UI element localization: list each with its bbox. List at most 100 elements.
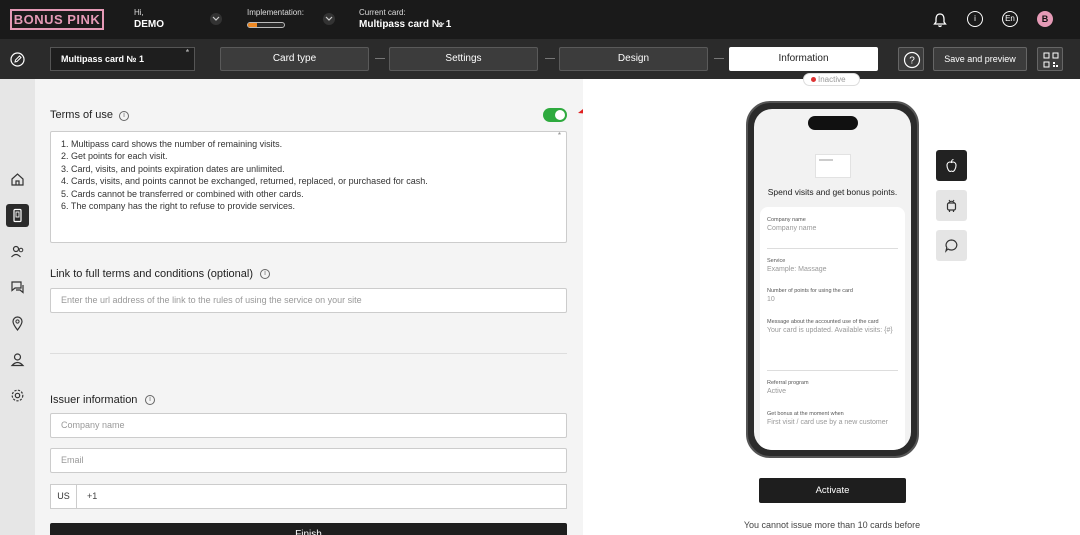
step-card-type[interactable]: Card type: [220, 47, 369, 71]
android-icon: [946, 199, 957, 212]
information-form: Terms of use i * 1. Multipass card shows…: [35, 79, 583, 535]
current-card-chevron-icon[interactable]: [437, 15, 445, 33]
language-switch[interactable]: En: [1002, 11, 1018, 27]
status-dot: [811, 77, 816, 82]
home-icon[interactable]: [6, 168, 29, 191]
terms-line: 6. The company has the right to refuse t…: [61, 201, 295, 212]
avatar[interactable]: B: [1037, 11, 1053, 27]
sidebar: [0, 79, 35, 535]
card-tagline: Spend visits and get bonus points.: [767, 187, 898, 197]
required-mark: *: [185, 48, 189, 57]
status-text: Inactive: [818, 75, 846, 84]
greeting: Hi,: [134, 8, 144, 17]
terms-line: 3. Card, visits, and points expiration d…: [61, 163, 285, 174]
card-preview-panel: Inactive Spend visits and get bonus poin…: [583, 73, 1080, 535]
qr-code-icon: [1043, 52, 1059, 68]
status-badge: Inactive: [803, 73, 860, 86]
required-mark: *: [557, 131, 561, 140]
terms-label: Terms of use: [50, 109, 113, 121]
email-input[interactable]: Email: [50, 448, 567, 473]
terms-textarea[interactable]: * 1. Multipass card shows the number of …: [50, 131, 567, 243]
cards-icon[interactable]: [6, 204, 29, 227]
android-preview-button[interactable]: [936, 190, 967, 221]
field-value: 10: [767, 296, 775, 303]
country-code-select[interactable]: US: [50, 484, 76, 509]
issue-limit-note: You cannot issue more than 10 cards befo…: [743, 520, 921, 530]
apple-icon: [946, 158, 957, 173]
field-divider: [767, 370, 898, 371]
brand-logo[interactable]: BONUS PINK: [10, 9, 104, 30]
step-settings[interactable]: Settings: [389, 47, 538, 71]
field-value: Example: Massage: [767, 266, 827, 273]
settings-gear-icon[interactable]: [6, 384, 29, 407]
phone-mockup: Spend visits and get bonus points. Compa…: [746, 101, 919, 458]
chat-icon: [944, 239, 958, 253]
customers-icon[interactable]: [6, 240, 29, 263]
qr-code-button[interactable]: [1037, 47, 1063, 71]
field-value: Your card is updated. Available visits: …: [767, 327, 893, 334]
preview-field: Service Example: Massage: [767, 258, 898, 274]
user-menu-chevron-icon[interactable]: [210, 13, 222, 25]
implementation-label: Implementation:: [247, 8, 304, 17]
profile-icon[interactable]: [6, 348, 29, 371]
implementation-progress-fill: [248, 23, 257, 27]
field-label: Company name: [767, 217, 806, 223]
step-information[interactable]: Information: [729, 47, 878, 71]
step-design[interactable]: Design: [559, 47, 708, 71]
terms-line: 1. Multipass card shows the number of re…: [61, 139, 283, 149]
card-name-value: Multipass card № 1: [61, 54, 145, 64]
terms-info-icon[interactable]: i: [119, 111, 129, 121]
terms-line: 2. Get points for each visit.: [61, 151, 168, 162]
save-and-preview-button[interactable]: Save and preview: [933, 47, 1027, 71]
terms-line: 4. Cards, visits, and points cannot be e…: [61, 176, 428, 187]
edit-icon[interactable]: [10, 52, 25, 72]
card-image: [815, 154, 851, 178]
info-icon[interactable]: i: [967, 11, 983, 27]
implementation-chevron-icon[interactable]: [323, 13, 335, 25]
user-name: DEMO: [134, 19, 164, 30]
field-value: Company name: [767, 225, 817, 232]
top-bar: BONUS PINK Hi, DEMO Implementation: Curr…: [0, 0, 1080, 39]
terms-line: 5. Cards cannot be transferred or combin…: [61, 188, 304, 199]
step-separator: [714, 58, 724, 59]
field-label: Service: [767, 258, 786, 264]
field-value: Active: [767, 388, 787, 395]
field-value: First visit / card use by a new customer: [767, 419, 888, 426]
field-label: Number of points for using the card: [767, 288, 853, 294]
preview-field: Referral program Active: [767, 380, 898, 396]
link-info-icon[interactable]: i: [260, 269, 270, 279]
preview-field: Get bonus at the moment when First visit…: [767, 411, 898, 427]
bell-icon[interactable]: [932, 12, 948, 28]
link-label: Link to full terms and conditions (optio…: [50, 268, 253, 280]
toggle-knob: [555, 110, 565, 120]
field-label: Message about the accounted use of the c…: [767, 319, 879, 325]
finish-button[interactable]: Finish: [50, 523, 567, 535]
step-separator: [375, 58, 385, 59]
field-divider: [767, 248, 898, 249]
help-button[interactable]: ?: [898, 47, 924, 71]
card-name-input[interactable]: Multipass card № 1 *: [50, 47, 195, 71]
step-separator: [545, 58, 555, 59]
preview-field: Company name Company name: [767, 217, 898, 233]
phone-notch: [808, 116, 858, 130]
message-preview-button[interactable]: [936, 230, 967, 261]
question-icon: ?: [903, 51, 921, 69]
preview-field: Number of points for using the card 10: [767, 288, 898, 304]
issuer-info-icon[interactable]: i: [145, 395, 155, 405]
current-card-label: Current card:: [359, 8, 406, 17]
field-label: Get bonus at the moment when: [767, 411, 844, 417]
step-bar: Multipass card № 1 * Card type Settings …: [0, 39, 1080, 79]
phone-screen: Spend visits and get bonus points. Compa…: [754, 109, 911, 450]
implementation-progress: [247, 22, 285, 28]
preview-field: Message about the accounted use of the c…: [767, 319, 898, 335]
apple-preview-button[interactable]: [936, 150, 967, 181]
activate-button[interactable]: Activate: [759, 478, 906, 503]
terms-toggle[interactable]: [543, 108, 567, 122]
divider: [50, 353, 567, 354]
card-fields: Company name Company name Service Exampl…: [760, 207, 905, 450]
phone-input[interactable]: +1: [76, 484, 567, 509]
location-icon[interactable]: [6, 312, 29, 335]
messages-icon[interactable]: [6, 276, 29, 299]
terms-link-input[interactable]: Enter the url address of the link to the…: [50, 288, 567, 313]
company-name-input[interactable]: Company name: [50, 413, 567, 438]
